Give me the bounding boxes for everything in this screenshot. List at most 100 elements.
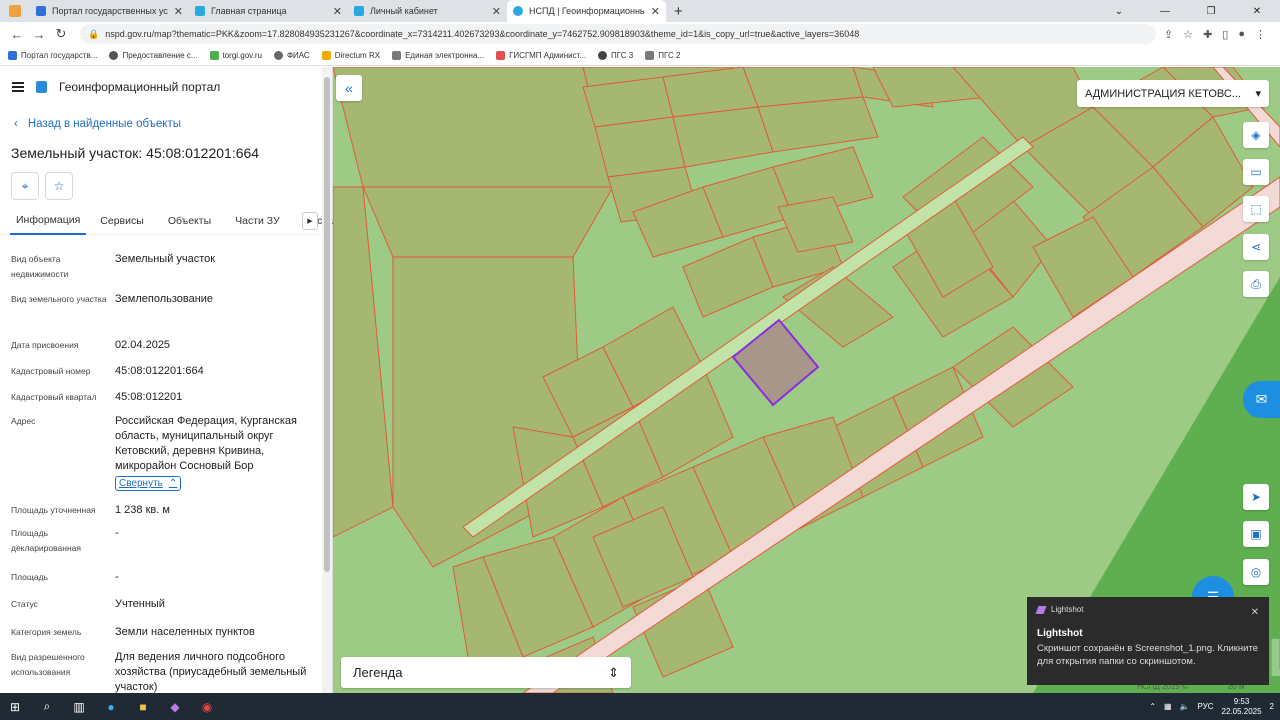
- bookmark-item[interactable]: Единая электронна...: [392, 51, 484, 60]
- close-icon[interactable]: ✕: [174, 5, 183, 18]
- collapse-panel-button[interactable]: «: [336, 75, 362, 101]
- url-text: nspd.gov.ru/map?thematic=PKK&zoom=17.828…: [105, 29, 860, 39]
- share-map-button[interactable]: ⋖: [1243, 234, 1269, 260]
- close-icon[interactable]: ✕: [492, 5, 501, 18]
- tab-objects[interactable]: Объекты: [154, 207, 221, 235]
- bookmark-item[interactable]: Предоставление с...: [109, 51, 198, 60]
- explorer-icon[interactable]: ■: [134, 698, 152, 716]
- object-info-list: Вид объекта недвижимости Земельный участо…: [11, 252, 321, 696]
- legend-panel[interactable]: Легенда ⇕: [341, 657, 631, 688]
- bookmark-item[interactable]: torgi.gov.ru: [209, 51, 262, 60]
- portal-header: Геоинформационный портал: [12, 80, 220, 94]
- tab-favicon-icon: [36, 6, 46, 16]
- back-to-results-link[interactable]: ‹ Назад в найденные объекты: [14, 118, 181, 130]
- chevron-down-icon[interactable]: ⌄: [1096, 0, 1142, 22]
- panel-scrollbar[interactable]: [322, 67, 332, 693]
- tab-parts[interactable]: Части ЗУ: [221, 207, 290, 235]
- volume-icon[interactable]: 🔈: [1180, 702, 1190, 711]
- bookmark-item[interactable]: ГИСГМП Админист...: [496, 51, 586, 60]
- notification-body: Скриншот сохранён в Screenshot_1.png. Кл…: [1037, 643, 1259, 667]
- tab-information[interactable]: Информация: [10, 207, 87, 235]
- system-tray: ⌃ ▦ 🔈 РУС 9:53 22.05.2025 2: [1149, 693, 1274, 720]
- info-row: Площадь декларированная -: [11, 527, 119, 553]
- bookmark-favicon-icon: [496, 51, 506, 60]
- forward-arrow-icon[interactable]: →: [28, 27, 50, 42]
- chat-icon: ✉: [1255, 391, 1268, 407]
- select-area-button[interactable]: ⬚: [1243, 196, 1269, 222]
- scrollbar-thumb[interactable]: [324, 77, 330, 572]
- language-indicator[interactable]: РУС: [1197, 702, 1213, 711]
- browser-tabbar: Портал государственных услуг ✕ Главная с…: [0, 0, 1280, 22]
- double-chevron-left-icon: «: [345, 80, 353, 96]
- notifications-icon[interactable]: 2: [1270, 702, 1274, 711]
- browser-toolbar: ← → ↻ 🔒 nspd.gov.ru/map?thematic=PKK&zoo…: [0, 22, 1280, 46]
- bookmark-favicon-icon: [321, 51, 331, 60]
- locate-object-button[interactable]: ⌖: [11, 172, 39, 200]
- browser-tab-1[interactable]: Портал государственных услуг ✕: [30, 0, 189, 22]
- layers-button[interactable]: ◈: [1243, 122, 1269, 148]
- search-icon[interactable]: ⌕: [38, 698, 56, 716]
- tab-favicon-icon: [195, 6, 205, 16]
- info-row: Вид земельного участка Землепользование: [11, 293, 214, 305]
- favorite-star-button[interactable]: ☆: [45, 172, 73, 200]
- minimize-icon[interactable]: —: [1142, 0, 1188, 22]
- network-icon[interactable]: ▦: [1164, 702, 1172, 711]
- sidepanel-icon[interactable]: ▯: [1222, 28, 1228, 41]
- assistant-button[interactable]: ✉: [1243, 381, 1280, 418]
- new-tab-button[interactable]: +: [666, 0, 691, 22]
- ruler-icon: ▭: [1250, 165, 1262, 179]
- hamburger-menu-icon[interactable]: [12, 82, 24, 92]
- parcel: [362, 186, 614, 258]
- share-icon[interactable]: ⇪: [1164, 28, 1173, 41]
- geolocation-button[interactable]: ➤: [1243, 484, 1269, 510]
- tab-search-icon[interactable]: [0, 0, 30, 22]
- back-arrow-icon[interactable]: ←: [6, 27, 28, 42]
- search-location-button[interactable]: ◎: [1243, 559, 1269, 585]
- task-view-icon[interactable]: ▥: [70, 698, 88, 716]
- browser-tab-2[interactable]: Главная страница ✕: [189, 0, 348, 22]
- bookmark-item[interactable]: ФИАС: [273, 51, 310, 60]
- close-icon[interactable]: ✕: [1251, 607, 1259, 618]
- bookmark-item[interactable]: ПГС 3: [598, 51, 633, 60]
- chrome-icon[interactable]: ◉: [198, 698, 216, 716]
- info-row: Вид объекта недвижимости Земельный участо…: [11, 253, 216, 279]
- lock-icon: 🔒: [88, 28, 100, 39]
- ruler-button[interactable]: ▭: [1243, 159, 1269, 185]
- expand-icon: ⇕: [608, 664, 619, 680]
- object-tabs: Информация Сервисы Объекты Части ЗУ Сост…: [0, 207, 333, 235]
- bookmark-favicon-icon: [209, 51, 219, 60]
- profile-icon[interactable]: ●: [1238, 28, 1245, 41]
- star-icon[interactable]: ☆: [1183, 28, 1193, 41]
- extensions-icon[interactable]: ✚: [1203, 28, 1212, 41]
- lightshot-notification[interactable]: Lightshot ✕ Lightshot Скриншот сохранён …: [1027, 597, 1269, 685]
- close-icon[interactable]: ✕: [333, 5, 342, 18]
- close-icon[interactable]: ✕: [651, 5, 660, 18]
- minimap-button[interactable]: ▣: [1243, 521, 1269, 547]
- browser-tab-3[interactable]: Личный кабинет ✕: [348, 0, 507, 22]
- bookmark-item[interactable]: ПГС 2: [645, 51, 680, 60]
- edge-icon[interactable]: ●: [102, 698, 120, 716]
- lightshot-taskbar-icon[interactable]: ◆: [166, 698, 184, 716]
- collapse-address-button[interactable]: Свернуть ⌃: [115, 476, 182, 491]
- reload-icon[interactable]: ↻: [50, 26, 72, 42]
- map-watermark: Циан: [1268, 627, 1280, 689]
- info-row: Площадь уточненная 1 238 кв. м: [11, 503, 170, 516]
- layers-icon: ◈: [1251, 128, 1261, 142]
- tab-services[interactable]: Сервисы: [86, 207, 154, 235]
- address-bar[interactable]: 🔒 nspd.gov.ru/map?thematic=PKK&zoom=17.8…: [80, 24, 1156, 44]
- bookmark-item[interactable]: Directum RX: [321, 51, 380, 60]
- print-button[interactable]: ⎙: [1243, 271, 1269, 297]
- info-row: Категория земель Земли населенных пунктов: [11, 625, 255, 638]
- tabs-scroll-right-button[interactable]: ▶: [302, 212, 318, 230]
- bookmark-item[interactable]: Портал государств...: [8, 51, 97, 60]
- restore-icon[interactable]: ❐: [1188, 0, 1234, 22]
- tray-chevron-icon[interactable]: ⌃: [1149, 702, 1156, 711]
- close-window-icon[interactable]: ✕: [1234, 0, 1280, 22]
- parcel: [333, 67, 614, 188]
- menu-icon[interactable]: ⋮: [1255, 28, 1266, 41]
- browser-tab-4[interactable]: НСПД | Геоинформационный п ✕: [507, 0, 666, 22]
- start-button[interactable]: ⊞: [6, 698, 24, 716]
- administration-select[interactable]: АДМИНИСТРАЦИЯ КЕТОВС... ▾: [1077, 80, 1269, 107]
- lightshot-icon: [1035, 605, 1047, 614]
- clock[interactable]: 9:53 22.05.2025: [1222, 697, 1262, 717]
